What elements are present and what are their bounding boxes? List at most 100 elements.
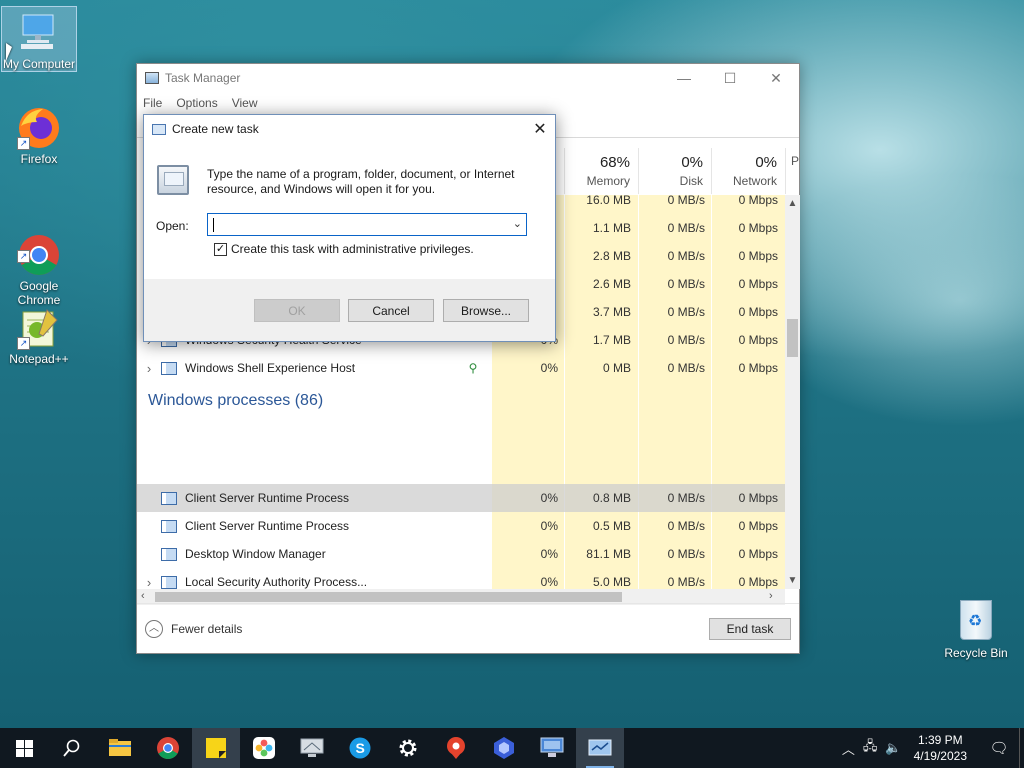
taskbar-photos[interactable]	[240, 728, 288, 768]
chevron-down-icon[interactable]: ⌄	[513, 217, 522, 230]
desktop-icon-my-computer[interactable]: My Computer	[1, 6, 77, 72]
notepadpp-icon: ↗	[17, 306, 61, 350]
expand-chevron-icon[interactable]: ›	[137, 575, 161, 590]
desktop-icon-label: Notepad++	[9, 352, 69, 366]
desktop-icon-label: Google Chrome	[17, 279, 61, 307]
network-cell: 0 Mbps	[738, 575, 778, 589]
show-desktop-button[interactable]	[1019, 728, 1024, 768]
create-new-task-dialog: Create new task ✕ Type the name of a pro…	[143, 114, 556, 342]
bing-icon	[494, 737, 514, 759]
scroll-down-icon[interactable]: ▼	[785, 575, 800, 586]
search-button[interactable]	[48, 728, 96, 768]
desktop-icon-firefox[interactable]: ↗ Firefox	[1, 106, 77, 166]
cpu-cell: 0%	[540, 361, 558, 375]
disk-cell: 0 MB/s	[667, 221, 705, 235]
clock[interactable]: 1:39 PM 4/19/2023	[914, 732, 967, 764]
fewer-details-label: Fewer details	[171, 621, 243, 636]
taskbar-remote-desktop[interactable]	[528, 728, 576, 768]
run-program-icon	[157, 165, 189, 195]
desktop-icon-chrome[interactable]: ↗ Google Chrome	[1, 205, 77, 321]
dialog-titlebar[interactable]: Create new task ✕	[144, 115, 555, 143]
scroll-right-icon[interactable]: ›	[769, 590, 773, 602]
menu-file[interactable]: File	[143, 96, 162, 110]
memory-cell: 5.0 MB	[592, 575, 631, 589]
chevron-up-icon[interactable]: ︿	[842, 739, 855, 758]
desktop-icon-notepadpp[interactable]: ↗ Notepad++	[1, 306, 77, 366]
column-header-disk[interactable]: 0% Disk	[638, 148, 711, 194]
open-input[interactable]: ⌄	[207, 213, 527, 236]
cpu-cell: 0%	[540, 491, 558, 505]
computer-icon	[17, 11, 61, 55]
start-button[interactable]	[0, 728, 48, 768]
close-button[interactable]: ✕	[753, 64, 799, 92]
vertical-scrollbar[interactable]: ▲ ▼	[785, 195, 800, 589]
memory-cell: 0 MB	[602, 361, 631, 375]
column-header-power[interactable]: P	[785, 148, 800, 194]
memory-cell: 0.8 MB	[592, 491, 631, 505]
network-cell: 0 Mbps	[738, 333, 778, 347]
fewer-details-button[interactable]: ︿ Fewer details	[145, 619, 243, 638]
maximize-button[interactable]: ☐	[707, 64, 753, 92]
taskbar-skype[interactable]: S	[336, 728, 384, 768]
vertical-scroll-thumb[interactable]	[787, 319, 798, 357]
disk-label: Disk	[679, 174, 703, 188]
taskbar-file-explorer[interactable]	[96, 728, 144, 768]
monitor-icon	[300, 738, 324, 757]
system-tray: ︿ 🖧 🔈 1:39 PM 4/19/2023 🗨	[838, 728, 1024, 768]
process-name: Client Server Runtime Process	[185, 491, 350, 505]
browse-button[interactable]: Browse...	[443, 299, 529, 322]
shortcut-arrow-icon: ↗	[17, 337, 30, 350]
desktop-icon-label: Recycle Bin	[944, 646, 1008, 660]
scroll-left-icon[interactable]: ‹	[141, 590, 145, 602]
column-header-memory[interactable]: 68% Memory	[564, 148, 638, 194]
disk-cell: 0 MB/s	[667, 277, 705, 291]
memory-cell: 3.7 MB	[592, 305, 631, 319]
expand-chevron-icon[interactable]: ›	[137, 361, 161, 376]
scroll-up-icon[interactable]: ▲	[785, 198, 800, 209]
notifications-button[interactable]: 🗨	[979, 728, 1019, 768]
taskbar-bing[interactable]	[480, 728, 528, 768]
ok-button[interactable]: OK	[254, 299, 340, 322]
dialog-description: Type the name of a program, folder, docu…	[207, 167, 515, 196]
network-cell: 0 Mbps	[738, 277, 778, 291]
memory-cell: 81.1 MB	[586, 547, 631, 561]
chrome-icon	[157, 737, 179, 759]
menu-view[interactable]: View	[232, 96, 258, 110]
horizontal-scroll-thumb[interactable]	[155, 592, 622, 602]
minimize-button[interactable]: —	[661, 64, 707, 92]
taskbar-task-manager[interactable]	[576, 728, 624, 768]
text-caret	[213, 218, 214, 232]
process-name: Desktop Window Manager	[185, 547, 326, 561]
taskbar-screen-app[interactable]	[288, 728, 336, 768]
svg-text:S: S	[356, 740, 365, 756]
disk-cell: 0 MB/s	[667, 333, 705, 347]
firefox-icon: ↗	[17, 106, 61, 150]
menu-options[interactable]: Options	[176, 96, 217, 110]
checkbox-checked-icon[interactable]: ✓	[214, 242, 227, 256]
task-manager-icon	[588, 739, 612, 756]
table-row[interactable]: › Local Security Authority Process... 0% 5.…	[137, 568, 785, 590]
table-row[interactable]: Client Server Runtime Process 0% 0.5 MB 0 M…	[137, 512, 785, 540]
taskbar-maps[interactable]	[432, 728, 480, 768]
volume-icon[interactable]: 🔈	[885, 740, 901, 756]
desktop-icon-recycle-bin[interactable]: Recycle Bin	[940, 600, 1012, 660]
end-task-button[interactable]: End task	[709, 617, 791, 640]
taskbar-settings[interactable]	[384, 728, 432, 768]
taskbar-sticky-notes[interactable]	[192, 728, 240, 768]
network-cell: 0 Mbps	[738, 221, 778, 235]
admin-privileges-checkbox[interactable]: ✓ Create this task with administrative p…	[214, 242, 474, 256]
table-row[interactable]: Client Server Runtime Process 0% 0.8 MB 0 M…	[137, 484, 785, 512]
chrome-icon: ↗	[17, 219, 61, 275]
table-row[interactable]: Desktop Window Manager 0% 81.1 MB 0 MB/s 0 M…	[137, 540, 785, 568]
network-cell: 0 Mbps	[738, 305, 778, 319]
memory-cell: 16.0 MB	[586, 195, 631, 207]
desktop-icon-label: My Computer	[2, 57, 76, 71]
task-manager-titlebar[interactable]: Task Manager — ☐ ✕	[137, 64, 799, 92]
column-header-network[interactable]: 0% Network	[711, 148, 785, 194]
network-icon[interactable]: 🖧	[863, 737, 878, 759]
cancel-button[interactable]: Cancel	[348, 299, 434, 322]
dialog-close-button[interactable]: ✕	[525, 115, 555, 143]
table-row[interactable]: › Windows Shell Experience Host ⚲ 0% 0 M…	[137, 354, 785, 382]
mouse-cursor-icon	[6, 43, 12, 61]
taskbar-chrome[interactable]	[144, 728, 192, 768]
